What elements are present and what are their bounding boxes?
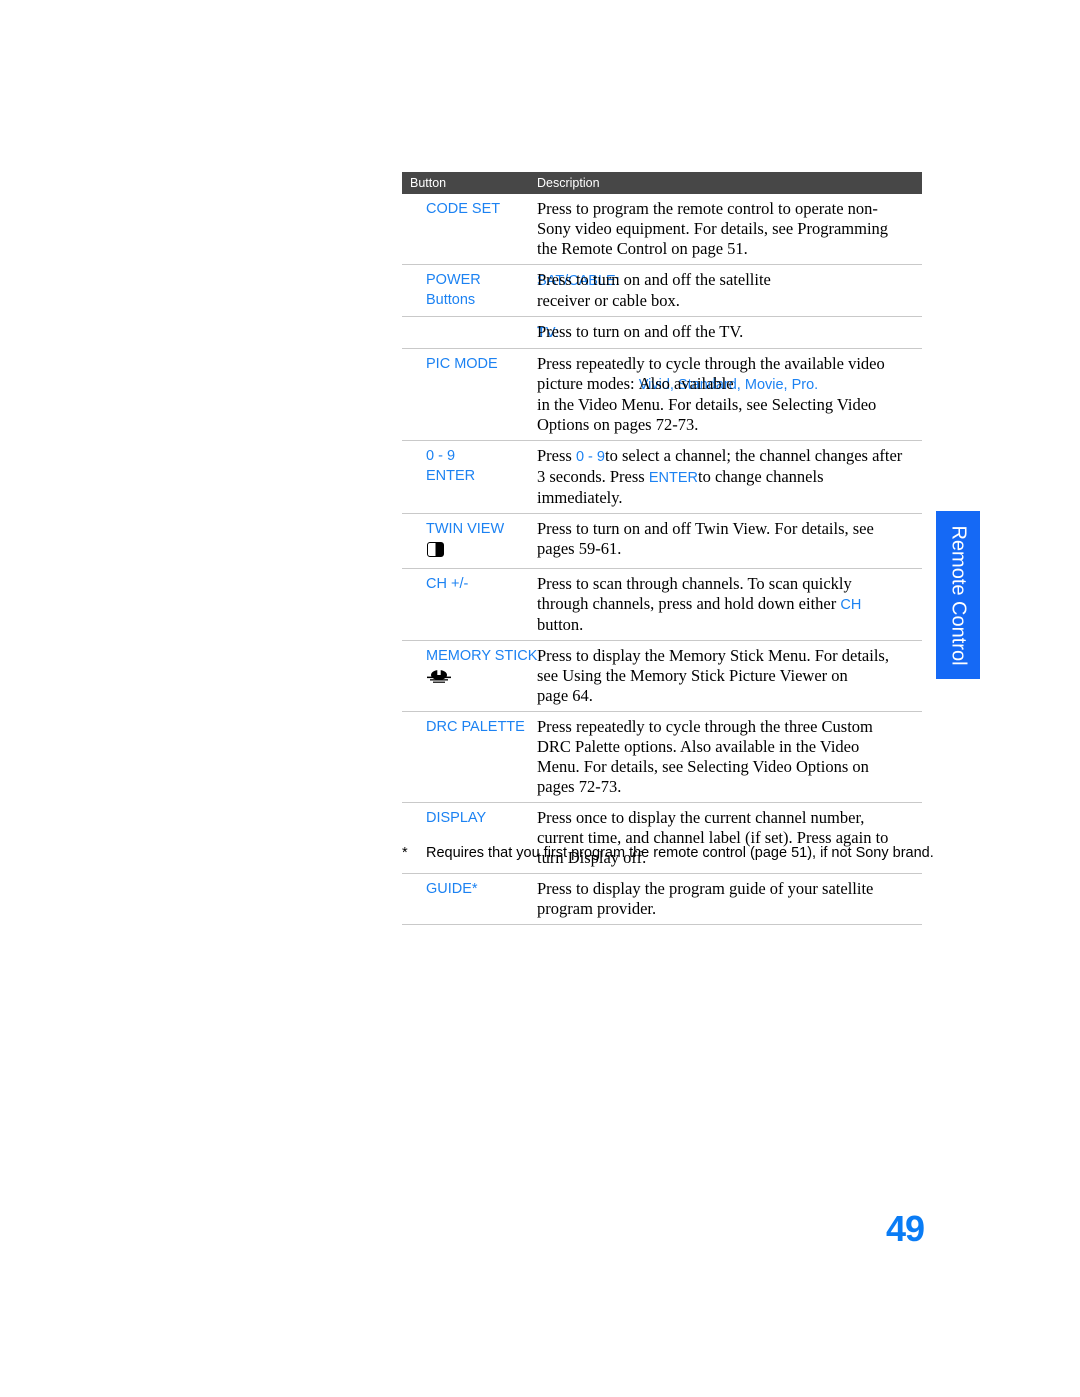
page-number: 49 — [886, 1208, 925, 1249]
table-header-button: Button — [410, 176, 447, 190]
document-page: Button Description CODE SET Press to pro… — [0, 0, 1080, 1397]
row-button-label-line2: Buttons — [426, 292, 476, 308]
chapter-side-tab: Remote Control — [936, 511, 980, 679]
row-button-label-line1: TWIN VIEW — [426, 521, 505, 537]
table-row: MEMORY STICK Press to display the Memory… — [402, 641, 922, 712]
desc-line-text: through channels, press and hold down ei… — [537, 594, 841, 613]
row-button-label: GUIDE* — [426, 881, 478, 897]
chapter-side-tab-label: Remote Control — [947, 524, 970, 666]
row-description: Press 0 - 9to select a channel; the chan… — [537, 446, 922, 508]
footnote-marker: * — [402, 845, 408, 861]
desc-line: Press repeatedly to cycle through the av… — [537, 354, 885, 373]
desc-line: Press to program the remote control to o… — [537, 199, 878, 218]
table-row: 0 - 9 ENTER Press 0 - 9to select a chann… — [402, 441, 922, 514]
desc-line: in the Video Menu. For details, see Sele… — [537, 395, 877, 414]
desc-line-text: Press to turn on and off the TV. — [537, 322, 744, 341]
inline-blue-label: CH — [840, 597, 862, 613]
memory-stick-icon — [427, 670, 451, 683]
desc-line: Press to scan through channels. To scan … — [537, 574, 852, 593]
row-description: Press repeatedly to cycle through the av… — [537, 354, 922, 435]
desc-line-text: Press — [537, 446, 576, 465]
table-row: PIC MODE Press repeatedly to cycle throu… — [402, 349, 922, 441]
desc-line-text: 3 seconds. Press — [537, 467, 649, 486]
row-button-label: DISPLAY — [426, 810, 487, 826]
desc-line: Press to turn on and off Twin View. For … — [537, 519, 874, 538]
row-description: Press to turn on and off Twin View. For … — [537, 519, 922, 559]
desc-line: TV:Press to turn on and off the TV. — [537, 322, 744, 341]
row-description: Press to scan through channels. To scan … — [537, 574, 922, 635]
desc-line-text: Also available — [638, 374, 734, 393]
desc-line: button. — [537, 615, 584, 634]
desc-line: Press 0 - 9to select a channel; the chan… — [537, 446, 922, 467]
desc-line: pages 72-73. — [537, 777, 622, 796]
desc-line: Menu. For details, see Selecting Video O… — [537, 757, 869, 776]
desc-line: page 64. — [537, 686, 593, 705]
desc-line-text: picture modes: — [537, 374, 639, 393]
row-description: Press to program the remote control to o… — [537, 199, 922, 259]
inline-blue-label: ENTER — [648, 470, 698, 486]
table-row: CODE SET Press to program the remote con… — [402, 194, 922, 265]
desc-line-text: Press to turn on and off the satellite — [537, 270, 771, 289]
row-button-label-line1: DRC PALETTE — [426, 719, 525, 735]
row-button-label: CODE SET — [426, 201, 501, 217]
table-header-row: Button Description — [402, 172, 922, 194]
row-button-label: 0 - 9 ENTER — [402, 446, 537, 486]
row-button-label-line1: POWER — [426, 272, 481, 288]
row-button-label-line1: 0 - 9 — [426, 448, 456, 464]
desc-line: Options on pages 72-73. — [537, 415, 699, 434]
table-row: TWIN VIEW Press to turn on and off Twin … — [402, 514, 922, 569]
desc-line-text: to change channels — [697, 467, 824, 486]
desc-line: SAT/CABLE:Press to turn on and off the s… — [537, 270, 771, 289]
footnote-text: Requires that you first program the remo… — [426, 845, 934, 861]
desc-line: Press repeatedly to cycle through the th… — [537, 717, 873, 736]
table-row: DRC PALETTE Press repeatedly to cycle th… — [402, 712, 922, 803]
button-reference-table: Button Description CODE SET Press to pro… — [402, 172, 922, 925]
desc-line: program provider. — [537, 899, 657, 918]
inline-blue-label: 0 - 9 — [575, 449, 605, 465]
row-description: TV:Press to turn on and off the TV. — [537, 322, 922, 343]
desc-line: Sony video equipment. For details, see P… — [537, 219, 889, 238]
table-row: POWER Buttons SAT/CABLE:Press to turn on… — [402, 265, 922, 317]
footnote: * Requires that you first program the re… — [402, 845, 987, 861]
table-row: DISPLAY Press once to display the curren… — [402, 803, 922, 874]
table-row-group-power: POWER Buttons SAT/CABLE:Press to turn on… — [402, 265, 922, 349]
desc-line-text: to select a channel; the channel changes… — [604, 446, 903, 465]
row-button-label: PIC MODE — [426, 356, 498, 372]
twin-view-icon — [427, 542, 444, 557]
table-row: GUIDE* Press to display the program guid… — [402, 874, 922, 925]
desc-line: Press once to display the current channe… — [537, 808, 865, 827]
table-subrow: TV:Press to turn on and off the TV. — [402, 317, 922, 349]
row-button-label-line1: MEMORY STICK — [426, 648, 538, 664]
desc-line: DRC Palette options. Also available in t… — [537, 737, 860, 756]
desc-line: through channels, press and hold down ei… — [537, 594, 922, 615]
desc-line: the Remote Control on page 51. — [537, 239, 748, 258]
table-row: CH +/- Press to scan through channels. T… — [402, 569, 922, 641]
desc-line: Press to display the program guide of yo… — [537, 879, 874, 898]
desc-line: receiver or cable box. — [537, 291, 680, 310]
row-button-label: CH +/- — [426, 576, 469, 592]
table-header-description: Description — [537, 176, 600, 190]
row-button-label: TWIN VIEW — [402, 519, 537, 563]
desc-line: see Using the Memory Stick Picture Viewe… — [537, 666, 848, 685]
desc-line: Press to display the Memory Stick Menu. … — [537, 646, 889, 665]
desc-line: pages 59-61. — [537, 539, 622, 558]
desc-line: picture modes: Vivid, Standard, Movie, P… — [537, 374, 819, 393]
row-description: Press to display the program guide of yo… — [537, 879, 922, 919]
row-button-label-line2: ENTER — [426, 468, 476, 484]
row-description: Press to display the Memory Stick Menu. … — [537, 646, 922, 706]
desc-line: immediately. — [537, 488, 623, 507]
row-description: SAT/CABLE:Press to turn on and off the s… — [537, 270, 922, 311]
desc-line: 3 seconds. Press ENTERto change channels — [537, 467, 922, 488]
row-description: Press repeatedly to cycle through the th… — [537, 717, 922, 797]
row-button-label: POWER Buttons — [402, 270, 537, 310]
row-button-label: MEMORY STICK — [402, 646, 537, 690]
